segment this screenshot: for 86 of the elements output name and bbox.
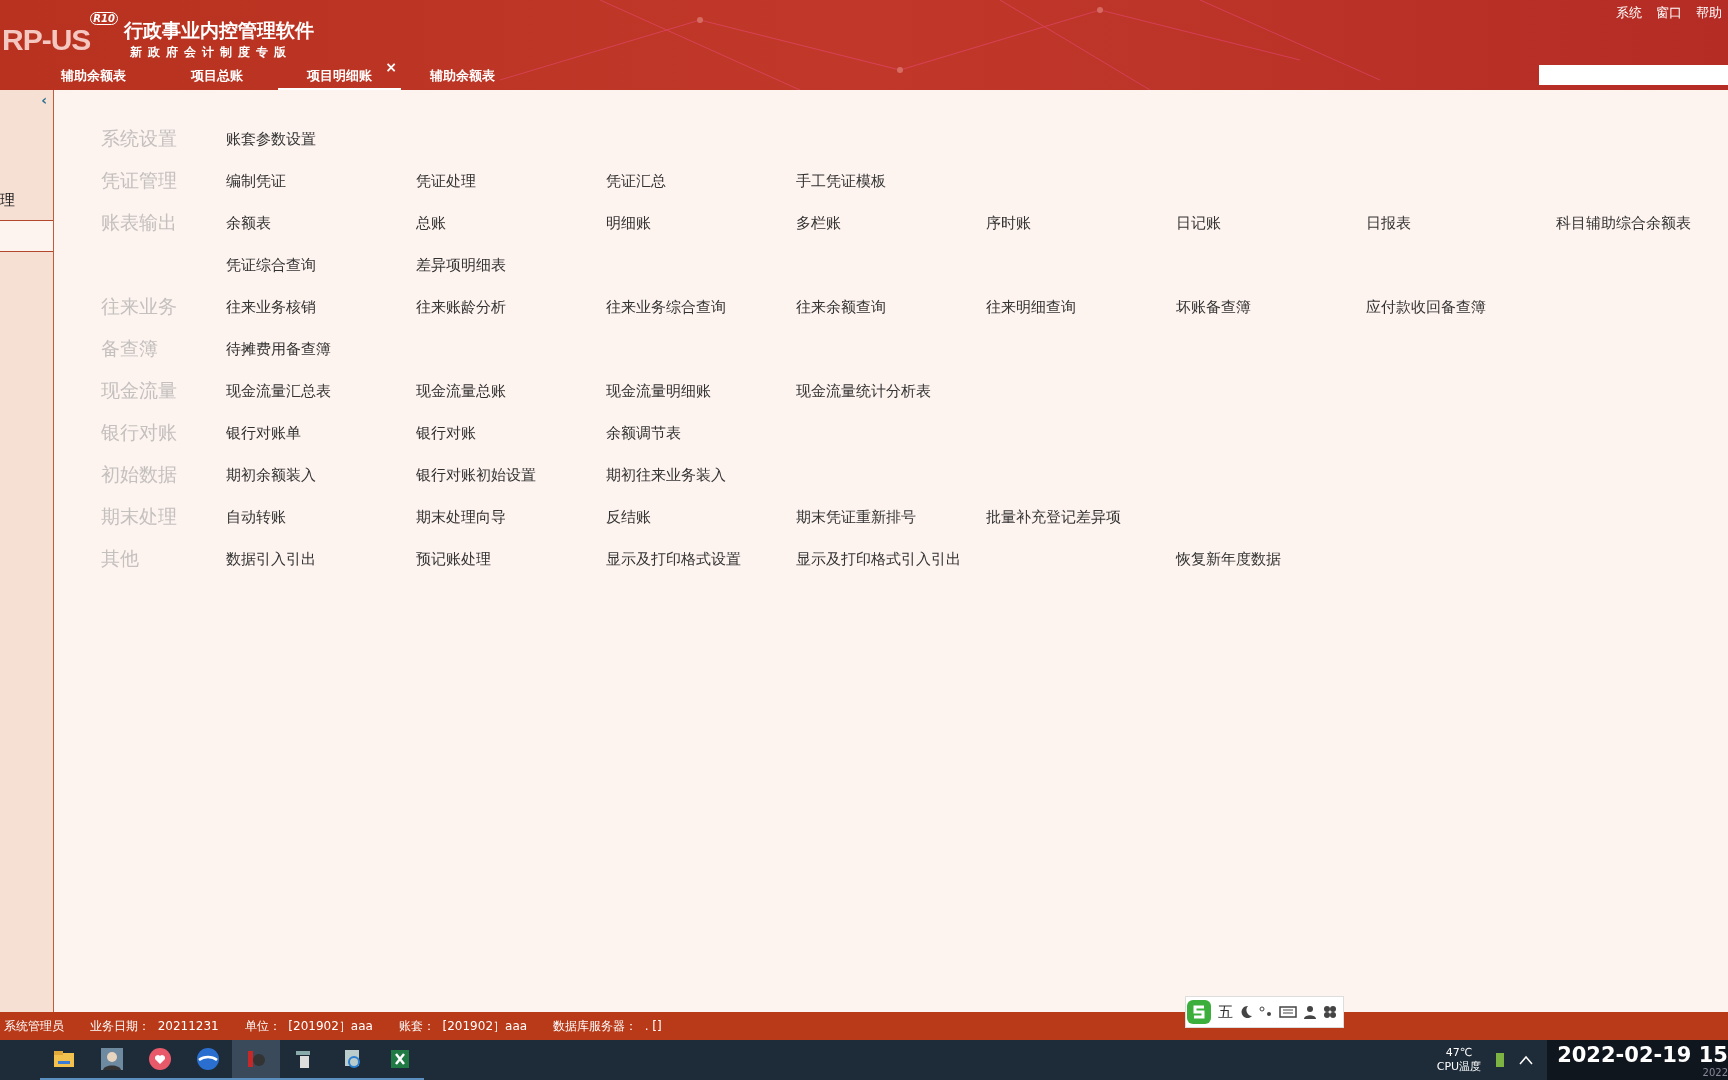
menu-link[interactable]: 往来业务核销 (226, 297, 316, 317)
tab[interactable]: 项目总账 (155, 67, 278, 90)
menu-link[interactable]: 恢复新年度数据 (1176, 549, 1281, 569)
menu-link[interactable]: 日报表 (1366, 213, 1411, 233)
menu-item[interactable]: 帮助 (1696, 4, 1722, 22)
menu-link[interactable]: 现金流量总账 (416, 381, 506, 401)
menu-link[interactable]: 日记账 (1176, 213, 1221, 233)
category-label: 账表输出 (101, 210, 177, 235)
menu-link[interactable]: 序时账 (986, 213, 1031, 233)
menu-link[interactable]: 差异项明细表 (416, 255, 506, 275)
category-label: 往来业务 (101, 294, 177, 319)
menu-link[interactable]: 往来账龄分析 (416, 297, 506, 317)
category-label: 系统设置 (101, 126, 177, 151)
menu-item[interactable]: 系统 (1616, 4, 1642, 22)
category-label: 其他 (101, 546, 139, 571)
menu-link[interactable]: 批量补充登记差异项 (986, 507, 1121, 527)
menu-link[interactable]: 应付款收回备查簿 (1366, 297, 1486, 317)
menu-link[interactable]: 多栏账 (796, 213, 841, 233)
collapse-icon[interactable]: ‹ (41, 92, 47, 108)
menu-link[interactable]: 往来余额查询 (796, 297, 886, 317)
category-label: 期末处理 (101, 504, 177, 529)
menu-link[interactable]: 账套参数设置 (226, 129, 316, 149)
sidebar-item[interactable]: 理 (0, 191, 53, 210)
status-text: 业务日期： 20211231 (90, 1017, 219, 1035)
menu-link[interactable]: 总账 (416, 213, 446, 233)
menu-link[interactable]: 显示及打印格式引入引出 (796, 549, 961, 569)
browser-icon (196, 1047, 220, 1071)
chevron-up-icon[interactable] (1519, 1055, 1534, 1065)
menu-link[interactable]: 余额调节表 (606, 423, 681, 443)
usb-icon[interactable] (1495, 1052, 1506, 1068)
temperature-label: CPU温度 (1436, 1059, 1482, 1074)
menu-link[interactable]: 往来明细查询 (986, 297, 1076, 317)
menu-link[interactable]: 预记账处理 (416, 549, 491, 569)
menu-link[interactable]: 反结账 (606, 507, 651, 527)
keyboard-icon[interactable] (1279, 1005, 1297, 1019)
tab[interactable]: 辅助余额表 (32, 67, 155, 90)
menu-link[interactable]: 数据引入引出 (226, 549, 316, 569)
version-badge: R10 (90, 12, 118, 25)
category-label: 银行对账 (101, 420, 177, 445)
menu-link[interactable]: 坏账备查簿 (1176, 297, 1251, 317)
menu-link[interactable]: 期初往来业务装入 (606, 465, 726, 485)
category-label: 现金流量 (101, 378, 177, 403)
menu-link[interactable]: 现金流量汇总表 (226, 381, 331, 401)
menu-link[interactable]: 手工凭证模板 (796, 171, 886, 191)
tab[interactable]: 辅助余额表 (401, 67, 524, 90)
moon-icon[interactable] (1239, 1005, 1253, 1019)
status-text: 系统管理员 (4, 1017, 64, 1035)
app-subtitle: 新政府会计制度专版 (129, 44, 292, 61)
ime-mode[interactable]: 五 (1218, 1002, 1233, 1022)
menu-link[interactable]: 明细账 (606, 213, 651, 233)
logo-text: RP-US (2, 22, 91, 57)
category-label: 备查簿 (101, 336, 158, 361)
punctuation-icon[interactable] (1259, 1005, 1273, 1019)
menu-link[interactable]: 编制凭证 (226, 171, 286, 191)
status-text: 数据库服务器： . [] (553, 1017, 662, 1035)
spreadsheet-icon (388, 1047, 412, 1071)
user-icon[interactable] (1303, 1005, 1317, 1019)
category-label: 凭证管理 (101, 168, 177, 193)
menu-link[interactable]: 待摊费用备查簿 (226, 339, 331, 359)
clock: 2022-02-19 15 (1557, 1042, 1728, 1067)
menu-link[interactable]: 期末凭证重新排号 (796, 507, 916, 527)
menu-link[interactable]: 凭证综合查询 (226, 255, 316, 275)
menu-link[interactable]: 银行对账初始设置 (416, 465, 536, 485)
menu-link[interactable]: 期初余额装入 (226, 465, 316, 485)
clock-date: 2022 (1702, 1066, 1728, 1078)
menu-link[interactable]: 余额表 (226, 213, 271, 233)
menu-link[interactable]: 现金流量明细账 (606, 381, 711, 401)
menu-link[interactable]: 凭证处理 (416, 171, 476, 191)
menu-link[interactable]: 科目辅助综合余额表 (1556, 213, 1691, 233)
menu-item[interactable]: 窗口 (1656, 4, 1682, 22)
menu-link[interactable]: 往来业务综合查询 (606, 297, 726, 317)
app-title: 行政事业内控管理软件 (123, 18, 314, 43)
status-text: 单位： [201902］aaa (244, 1017, 373, 1035)
menu-link[interactable]: 自动转账 (226, 507, 286, 527)
temperature: 47℃ (1445, 1046, 1473, 1059)
menu-link[interactable]: 银行对账单 (226, 423, 301, 443)
search-field[interactable] (1539, 65, 1728, 85)
status-text: 账套： [201902］aaa (398, 1017, 528, 1035)
menu-link[interactable]: 现金流量统计分析表 (796, 381, 931, 401)
menu-link[interactable]: 凭证汇总 (606, 171, 666, 191)
menu-link[interactable]: 期末处理向导 (416, 507, 506, 527)
avatar-icon (100, 1047, 124, 1071)
menu-link[interactable]: 银行对账 (416, 423, 476, 443)
grid-icon[interactable] (1323, 1005, 1337, 1019)
menu-link[interactable]: 显示及打印格式设置 (606, 549, 741, 569)
category-label: 初始数据 (101, 462, 177, 487)
